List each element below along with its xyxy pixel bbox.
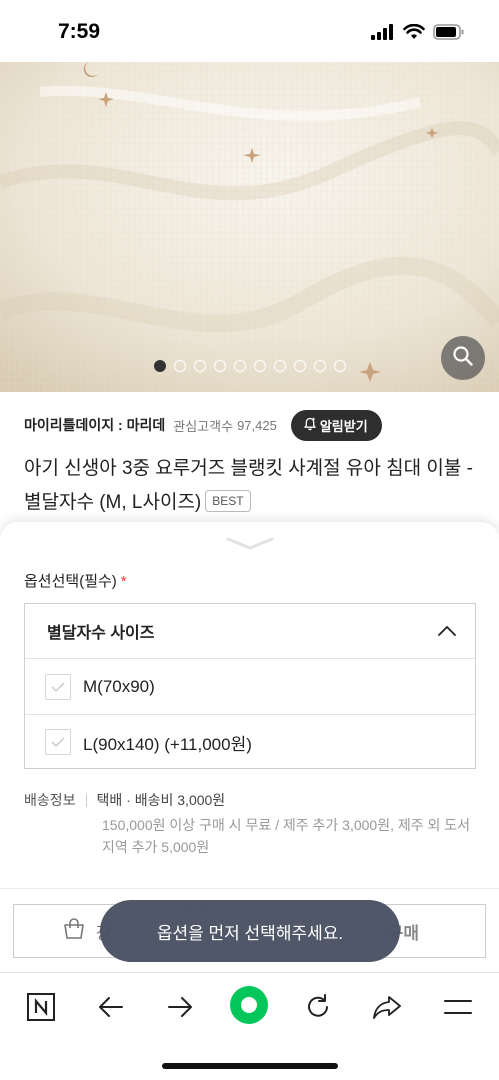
shipping-info: 배송정보 택배 · 배송비 3,000원 150,000원 이상 구매 시 무료… [24, 790, 476, 858]
shopping-bag-icon [62, 918, 86, 944]
required-mark: * [120, 573, 127, 590]
option-select-box: 별달자수 사이즈 M(70x90) L(90x140) (+11,000원) [24, 603, 476, 769]
check-icon [51, 737, 65, 748]
seller-row: 마이리틀데이지 : 마리데 관심고객수 97,425 알림받기 [24, 408, 484, 442]
toast-message: 옵션을 먼저 선택해주세요. [100, 900, 400, 962]
carousel-dot[interactable] [313, 360, 326, 372]
battery-icon [433, 24, 465, 44]
checkbox[interactable] [45, 673, 71, 700]
interest-label: 관심고객수 [173, 418, 234, 434]
status-bar: 7:59 [0, 0, 499, 62]
browser-toolbar [0, 972, 499, 1040]
divider [85, 794, 87, 807]
bell-plus-icon [303, 417, 317, 434]
status-time: 7:59 [58, 20, 101, 43]
carousel-dot[interactable] [333, 360, 346, 372]
fabric-photo [0, 62, 499, 392]
search-icon [452, 345, 474, 371]
shipping-note: 150,000원 이상 구매 시 무료 / 제주 추가 3,000원, 제주 외… [102, 817, 471, 855]
toast-text: 옵션을 먼저 선택해주세요. [156, 923, 344, 943]
carousel-dot[interactable] [293, 360, 306, 372]
option-label: 옵션선택(필수) * [24, 570, 127, 591]
carousel-dot[interactable] [193, 360, 206, 372]
refresh-icon[interactable] [300, 989, 336, 1025]
seller-name[interactable]: 마이리틀데이지 : 마리데 [24, 415, 165, 435]
carousel-dot[interactable] [273, 360, 286, 372]
share-icon[interactable] [369, 989, 405, 1025]
carousel-dot[interactable] [173, 360, 186, 372]
forward-arrow-icon[interactable] [162, 989, 198, 1025]
option-item-label: L(90x140) (+11,000원) [83, 734, 252, 754]
divider [0, 888, 499, 889]
zoom-button[interactable] [441, 336, 485, 380]
menu-icon[interactable] [440, 989, 476, 1025]
wifi-icon [403, 23, 425, 44]
carousel-dot[interactable] [213, 360, 226, 372]
option-item-label: M(70x90) [83, 676, 155, 696]
carousel-dot[interactable] [233, 360, 246, 372]
carousel-dot[interactable] [153, 360, 166, 372]
green-home-icon[interactable] [229, 985, 269, 1025]
checkbox[interactable] [45, 729, 71, 755]
carousel-dot[interactable] [253, 360, 266, 372]
option-group-header[interactable]: 별달자수 사이즈 [25, 604, 475, 659]
signal-bars-icon [371, 24, 395, 44]
alarm-button-label: 알림받기 [319, 418, 368, 434]
option-group-label: 별달자수 사이즈 [47, 625, 155, 642]
interest-count: 97,425 [237, 417, 277, 433]
alarm-button[interactable]: 알림받기 [290, 409, 382, 441]
product-title: 아기 신생아 3중 요루거즈 블랭킷 사계절 유아 침대 이불 - 별달자수 (… [24, 452, 474, 520]
check-icon [51, 681, 65, 692]
carousel-indicator [0, 360, 499, 372]
chevron-down-icon[interactable] [226, 536, 274, 556]
product-image[interactable] [0, 62, 499, 392]
option-item-l[interactable]: L(90x140) (+11,000원) [25, 714, 475, 769]
chevron-up-icon [437, 622, 457, 641]
best-badge: BEST [205, 490, 251, 512]
shipping-label: 배송정보 [24, 792, 76, 808]
shipping-fee: 택배 · 배송비 3,000원 [96, 792, 226, 808]
option-item-m[interactable]: M(70x90) [25, 659, 475, 714]
option-label-text: 옵션선택(필수) [24, 573, 117, 590]
naver-n-icon[interactable] [23, 989, 59, 1025]
status-icons [371, 23, 465, 44]
back-arrow-icon[interactable] [93, 989, 129, 1025]
home-indicator [162, 1063, 338, 1069]
